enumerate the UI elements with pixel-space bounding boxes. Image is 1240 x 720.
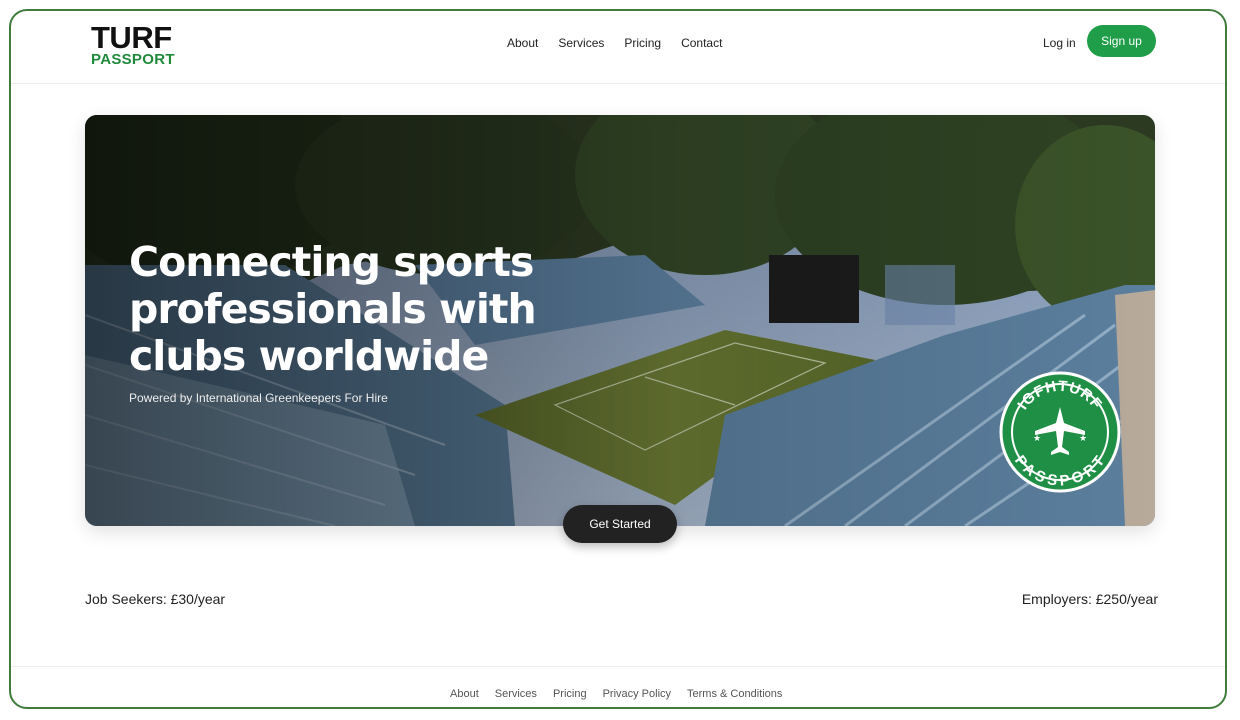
hero-title-line: clubs worldwide — [129, 332, 489, 380]
nav-pricing[interactable]: Pricing — [624, 36, 661, 50]
footer-privacy-policy[interactable]: Privacy Policy — [603, 688, 671, 700]
job-seekers-price: Job Seekers: £30/year — [85, 591, 226, 607]
employers-price: Employers: £250/year — [1021, 591, 1158, 607]
hero-subtitle: Powered by International Greenkeepers Fo… — [129, 391, 388, 405]
hero-title: Connecting sports professionals with clu… — [129, 239, 589, 380]
footer-services[interactable]: Services — [495, 688, 537, 700]
page-frame: TURF PASSPORT About Services Pricing Contac… — [9, 9, 1227, 709]
nav-contact[interactable]: Contact — [681, 36, 722, 50]
get-started-button[interactable]: Get Started — [563, 505, 677, 543]
logo-text-turf: TURF — [91, 20, 172, 55]
star-icon: ★ — [1033, 434, 1041, 444]
hero-title-line: Connecting sports — [129, 238, 534, 286]
nav-about[interactable]: About — [507, 36, 538, 50]
igfh-passport-badge: IGFHTURF PASSPORT ★ ★ — [999, 371, 1121, 493]
signup-button[interactable]: Sign up — [1087, 25, 1156, 57]
hero-title-line: professionals with — [129, 285, 537, 333]
hero-banner: Connecting sports professionals with clu… — [85, 115, 1155, 526]
site-footer: About Services Pricing Privacy Policy Terms … — [11, 666, 1225, 707]
star-icon: ★ — [1079, 434, 1087, 444]
footer-about[interactable]: About — [450, 688, 479, 700]
brand-logo[interactable]: TURF PASSPORT — [91, 22, 175, 67]
login-link[interactable]: Log in — [1043, 36, 1076, 50]
main-nav: About Services Pricing Contact — [507, 36, 742, 50]
logo-text-passport: PASSPORT — [91, 51, 175, 68]
site-header: TURF PASSPORT About Services Pricing Contac… — [11, 11, 1225, 84]
footer-pricing[interactable]: Pricing — [553, 688, 587, 700]
footer-links: About Services Pricing Privacy Policy Terms … — [450, 688, 798, 700]
footer-terms-conditions[interactable]: Terms & Conditions — [687, 688, 782, 700]
nav-services[interactable]: Services — [558, 36, 604, 50]
